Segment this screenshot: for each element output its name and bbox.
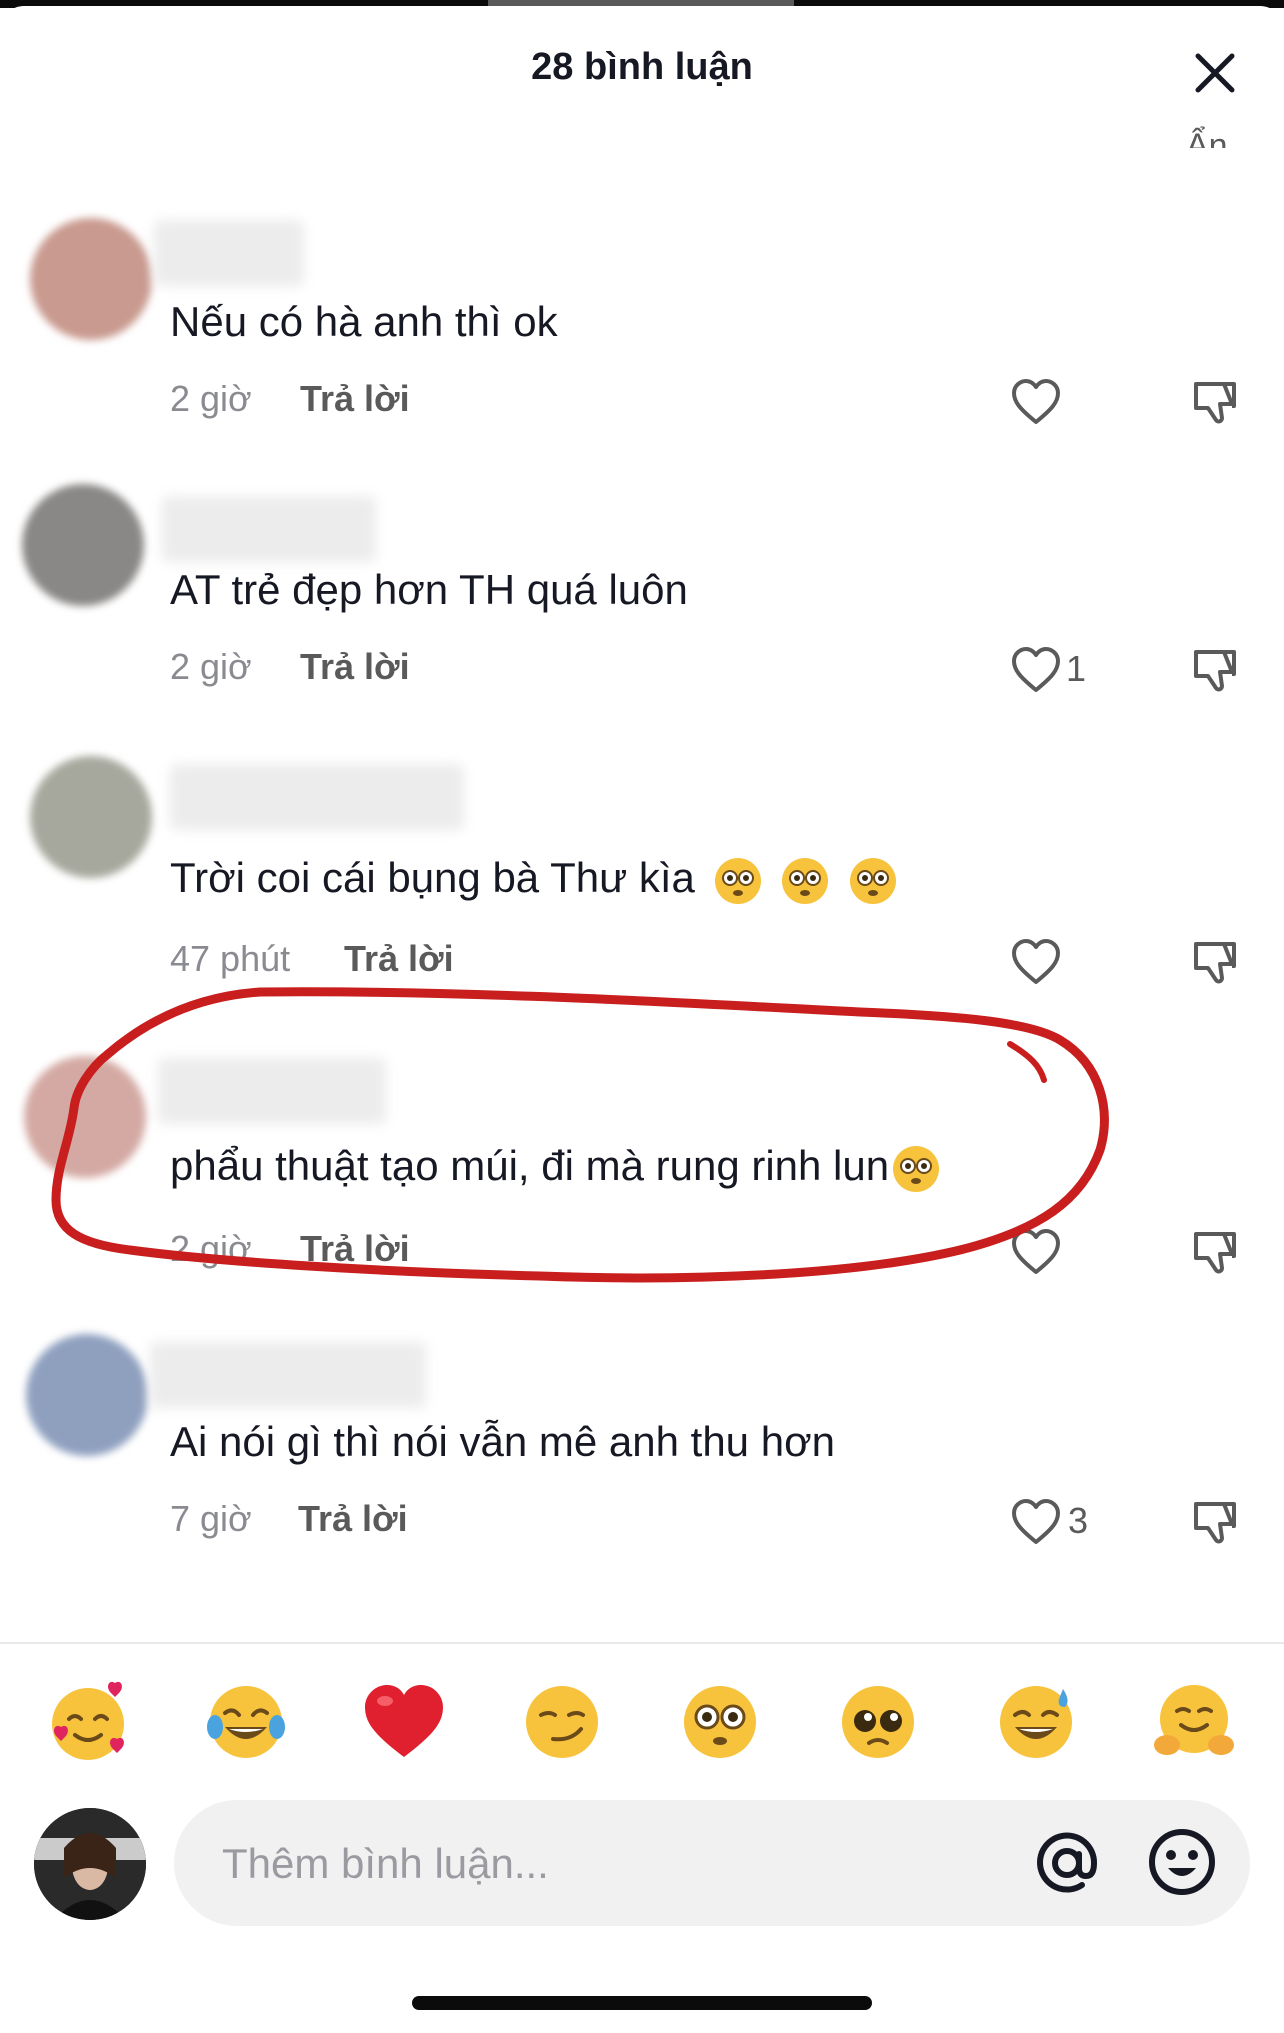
hugging-emoji-button[interactable] (1144, 1672, 1244, 1772)
comment-text: Ai nói gì thì nói vẫn mê anh thu hơn (170, 1418, 835, 1465)
heart-icon[interactable] (1010, 938, 1062, 986)
hide-label[interactable]: Ẩn (1186, 118, 1228, 148)
username-blurred[interactable] (170, 764, 464, 830)
comment-time: 7 giờ (170, 1498, 252, 1539)
username-blurred[interactable] (162, 496, 376, 562)
reply-button[interactable]: Trả lời (300, 378, 410, 420)
comment-text: phẩu thuật tạo múi, đi mà rung rinh lun (170, 1142, 941, 1194)
username-blurred[interactable] (158, 1058, 386, 1124)
like-count: 1 (1066, 648, 1087, 689)
comment-text: Trời coi cái bụng bà Thư kìa (170, 854, 898, 906)
reply-button[interactable]: Trả lời (298, 1498, 408, 1540)
comment-time: 2 giờ (170, 378, 252, 419)
avatar[interactable] (24, 1056, 146, 1178)
comment-time: 2 giờ (170, 1228, 252, 1269)
tears-of-joy-emoji-button[interactable] (196, 1672, 296, 1772)
smirk-emoji-button[interactable] (512, 1672, 612, 1772)
reply-button[interactable]: Trả lời (300, 1228, 410, 1270)
reply-button[interactable]: Trả lời (300, 646, 410, 688)
comment-time: 2 giờ (170, 646, 252, 687)
current-user-avatar[interactable] (34, 1808, 146, 1920)
comment-text: AT trẻ đẹp hơn TH quá luôn (170, 566, 688, 613)
heart-icon[interactable] (1010, 378, 1062, 426)
username-blurred[interactable] (150, 1342, 426, 1408)
close-icon[interactable] (1192, 50, 1238, 96)
dislike-icon[interactable] (1190, 378, 1238, 426)
heart-icon[interactable] (1010, 646, 1062, 694)
red-heart-emoji-button[interactable] (354, 1672, 454, 1772)
avatar[interactable] (26, 1334, 148, 1456)
comment-input[interactable] (220, 1800, 1004, 1928)
comment-input-box (174, 1800, 1250, 1928)
emoji-quick-bar (0, 1672, 1284, 1772)
at-icon[interactable] (1032, 1828, 1102, 1898)
sweat-smile-emoji-button[interactable] (986, 1672, 1086, 1772)
comment-text-content: Trời coi cái bụng bà Thư kìa (170, 854, 695, 901)
heart-icon[interactable] (1010, 1228, 1062, 1276)
avatar[interactable] (22, 484, 144, 606)
reply-button[interactable]: Trả lời (344, 938, 454, 980)
dislike-icon[interactable] (1190, 1498, 1238, 1546)
heart-icon[interactable] (1010, 1498, 1062, 1546)
avatar[interactable] (30, 218, 152, 340)
avatar[interactable] (30, 756, 152, 878)
flushed-emoji-icon (782, 857, 829, 904)
like-count: 3 (1068, 1500, 1089, 1541)
flushed-emoji-button[interactable] (670, 1672, 770, 1772)
dislike-icon[interactable] (1190, 646, 1238, 694)
flushed-emoji-icon (849, 857, 896, 904)
smile-icon[interactable] (1146, 1826, 1218, 1898)
dislike-icon[interactable] (1190, 938, 1238, 986)
divider (0, 1642, 1284, 1644)
comment-text-content: phẩu thuật tạo múi, đi mà rung rinh lun (170, 1142, 890, 1189)
home-indicator (412, 1996, 872, 2010)
comment-time: 47 phút (170, 938, 291, 979)
smiling-hearts-emoji-button[interactable] (38, 1672, 138, 1772)
flushed-emoji-icon (893, 1145, 940, 1192)
comment-text: Nếu có hà anh thì ok (170, 298, 558, 345)
pleading-emoji-button[interactable] (828, 1672, 928, 1772)
username-blurred[interactable] (154, 220, 304, 286)
flushed-emoji-icon (714, 857, 761, 904)
dislike-icon[interactable] (1190, 1228, 1238, 1276)
comments-count-title: 28 bình luận (531, 46, 753, 88)
